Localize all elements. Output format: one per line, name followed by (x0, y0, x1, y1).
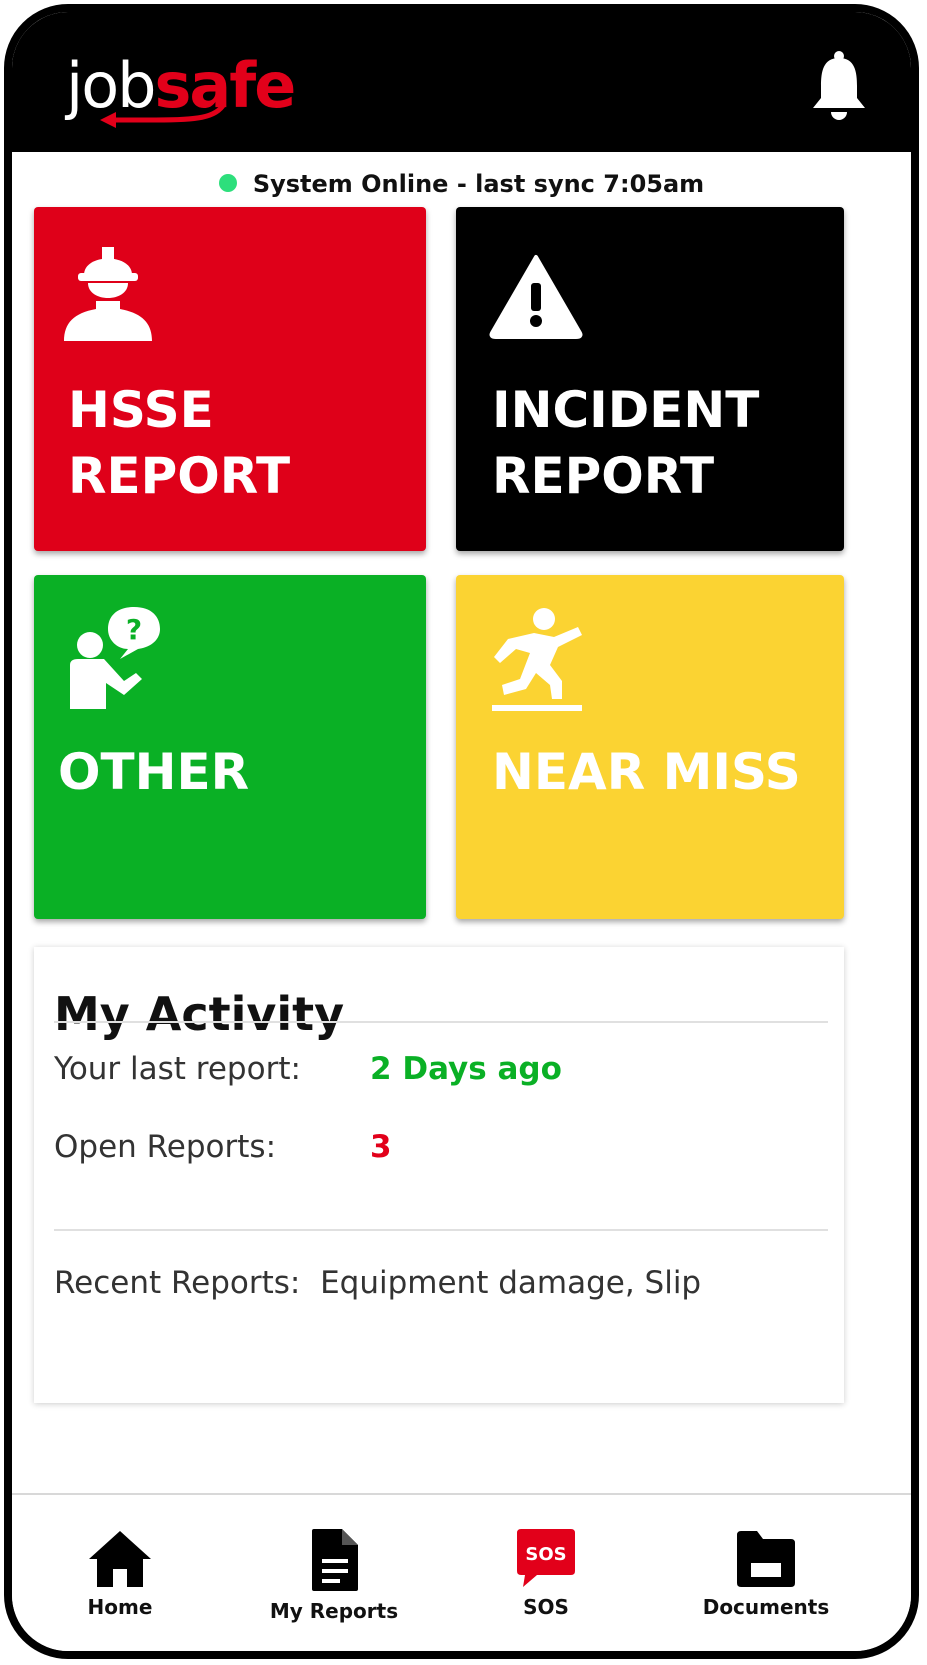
divider (54, 1021, 828, 1023)
online-indicator-dot (218, 174, 237, 192)
open-reports-value[interactable]: 3 (370, 1129, 392, 1165)
my-activity-title: My Activity (54, 987, 345, 1041)
nav-label-my-reports: My Reports (269, 1599, 399, 1623)
folder-icon (737, 1531, 795, 1587)
svg-text:?: ? (126, 613, 142, 646)
last-report-label: Your last report: (54, 1051, 301, 1087)
near-miss-label: NEAR MISS (492, 743, 801, 801)
bell-icon[interactable] (811, 50, 867, 124)
logo-arrow-icon (100, 102, 227, 128)
nav-label-home: Home (87, 1595, 153, 1619)
other-label: OTHER (58, 743, 250, 801)
recent-reports-value[interactable]: Equipment damage, Slip (320, 1265, 701, 1301)
my-activity-card: My Activity Your last report: 2 Days ago… (34, 947, 844, 1403)
worker-hardhat-icon (62, 239, 154, 347)
warning-triangle-icon (488, 253, 584, 343)
nav-item-documents[interactable]: Documents (676, 1527, 856, 1619)
bottom-navigation: Home My Reports SOS SOS Documents (12, 1493, 911, 1651)
hsse-report-tile[interactable]: HSSE REPORT (34, 207, 426, 551)
nav-item-home[interactable]: Home (30, 1527, 210, 1619)
sync-status-text: System Online - last sync 7:05am (252, 170, 705, 198)
near-miss-tile[interactable]: NEAR MISS (456, 575, 844, 919)
nav-label-documents: Documents (702, 1595, 830, 1619)
person-question-icon: ? (66, 603, 166, 715)
app-header: jobsafe (12, 12, 911, 152)
incident-report-tile[interactable]: INCIDENT REPORT (456, 207, 844, 551)
nav-label-sos: SOS (523, 1595, 569, 1619)
jobsafe-logo: jobsafe (56, 40, 356, 132)
last-report-value: 2 Days ago (370, 1051, 562, 1087)
incident-report-label: INCIDENT REPORT (492, 381, 760, 505)
nav-item-my-reports[interactable]: My Reports (244, 1527, 424, 1623)
sos-icon: SOS (517, 1529, 575, 1587)
hsse-report-label: HSSE REPORT (68, 381, 291, 505)
nav-item-sos[interactable]: SOS SOS (456, 1527, 636, 1619)
document-icon (312, 1529, 358, 1591)
home-icon (89, 1531, 151, 1587)
svg-text:SOS: SOS (525, 1544, 566, 1565)
divider (54, 1229, 828, 1231)
recent-reports-label: Recent Reports: (54, 1265, 301, 1301)
phone-frame: jobsafe System Online - last sync 7:05am (4, 4, 919, 1659)
open-reports-label: Open Reports: (54, 1129, 277, 1165)
other-tile[interactable]: ? OTHER (34, 575, 426, 919)
slip-fall-icon (490, 605, 586, 719)
sync-status: System Online - last sync 7:05am (12, 170, 911, 198)
